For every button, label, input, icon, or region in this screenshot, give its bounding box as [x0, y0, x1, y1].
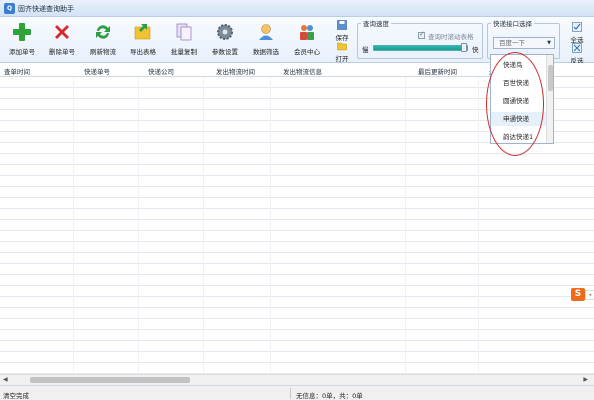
member-center-button[interactable]: 会员中心: [288, 21, 326, 61]
save-icon: [337, 20, 347, 30]
folder-icon: [337, 42, 347, 51]
app-logo-icon: Q: [4, 3, 15, 14]
column-divider: [478, 77, 479, 374]
status-count: 无信息：0单，共：0单: [296, 392, 363, 400]
courier-api-select[interactable]: 百度一下 ▼: [493, 37, 555, 49]
query-speed-slider[interactable]: [373, 45, 468, 51]
col-last-update[interactable]: 最后更新时间: [418, 66, 457, 76]
export-icon: [134, 24, 151, 40]
column-divider: [203, 77, 204, 374]
delete-number-button[interactable]: 删除单号: [43, 21, 81, 61]
col-ship-info[interactable]: 发出物流信息: [283, 66, 322, 76]
window-title: 固齐快递查询助手: [18, 5, 74, 13]
title-bar: Q 固齐快递查询助手: [0, 0, 594, 17]
member-icon: [300, 25, 314, 40]
dropdown-scrollbar[interactable]: [546, 55, 553, 143]
open-button[interactable]: 打开: [333, 41, 351, 63]
column-divider: [138, 77, 139, 374]
batch-copy-label: 批量复制: [171, 48, 197, 56]
member-center-label: 会员中心: [294, 48, 320, 56]
col-tracking-number[interactable]: 快递单号: [84, 66, 110, 76]
query-speed-slider-thumb[interactable]: [461, 43, 467, 52]
invert-selection-button[interactable]: 反选: [568, 43, 586, 65]
column-divider: [73, 77, 74, 374]
refresh-logistics-label: 刷新物流: [90, 48, 116, 56]
courier-api-selected-value: 百度一下: [499, 39, 525, 47]
chevron-down-icon: ▼: [547, 40, 551, 46]
invert-selection-icon: [572, 43, 582, 53]
col-query-time[interactable]: 查单时间: [4, 66, 30, 76]
refresh-icon: [96, 25, 110, 39]
select-all-button[interactable]: 全选: [568, 22, 586, 44]
scroll-left-icon[interactable]: ◀: [3, 376, 8, 383]
scroll-right-icon[interactable]: ▶: [583, 376, 588, 383]
export-table-label: 导出表格: [130, 48, 156, 56]
data-filter-label: 数据筛选: [253, 48, 279, 56]
gear-icon: [217, 24, 233, 40]
courier-api-legend: 快递接口选择: [493, 20, 532, 28]
filter-icon: [259, 24, 273, 40]
settings-label: 参数设置: [212, 48, 238, 56]
app-window: Q 固齐快递查询助手 添加单号 删除单号 刷新物流 导出表格 批量复制 参数设置…: [0, 0, 594, 400]
export-table-button[interactable]: 导出表格: [124, 21, 162, 61]
settings-button[interactable]: 参数设置: [206, 21, 244, 61]
highlight-annotation-circle: [486, 52, 544, 156]
batch-copy-button[interactable]: 批量复制: [165, 21, 203, 61]
side-tab-handle[interactable]: ◂: [585, 290, 594, 300]
dropdown-scrollbar-thumb[interactable]: [548, 65, 553, 91]
data-filter-button[interactable]: 数据筛选: [247, 21, 285, 61]
slow-label: 慢: [362, 46, 369, 54]
horizontal-scrollbar-thumb[interactable]: [30, 377, 190, 383]
sogou-ime-icon[interactable]: S: [571, 288, 585, 301]
select-all-icon: [572, 22, 582, 32]
scroll-table-label: 查询时滚动表格: [428, 33, 474, 41]
col-courier-company[interactable]: 快递公司: [148, 66, 174, 76]
status-bar: 清空完成 无信息：0单，共：0单: [0, 385, 594, 400]
status-divider: [290, 388, 291, 399]
add-number-label: 添加单号: [9, 48, 35, 56]
refresh-logistics-button[interactable]: 刷新物流: [84, 21, 122, 61]
save-button[interactable]: 保存: [333, 20, 351, 42]
column-divider: [270, 77, 271, 374]
delete-number-label: 删除单号: [49, 48, 75, 56]
col-ship-time[interactable]: 发出物流时间: [216, 66, 255, 76]
status-message: 清空完成: [3, 392, 29, 400]
x-icon: [55, 25, 69, 39]
plus-icon: [13, 23, 31, 41]
open-label: 打开: [335, 55, 349, 63]
query-speed-legend: 查询速度: [363, 20, 389, 28]
fast-label: 快: [472, 46, 479, 54]
add-number-button[interactable]: 添加单号: [3, 21, 41, 61]
horizontal-scrollbar[interactable]: ◀ ▶: [0, 374, 594, 385]
scroll-table-checkbox[interactable]: [418, 30, 425, 39]
copy-icon: [176, 23, 192, 41]
column-divider: [405, 77, 406, 374]
